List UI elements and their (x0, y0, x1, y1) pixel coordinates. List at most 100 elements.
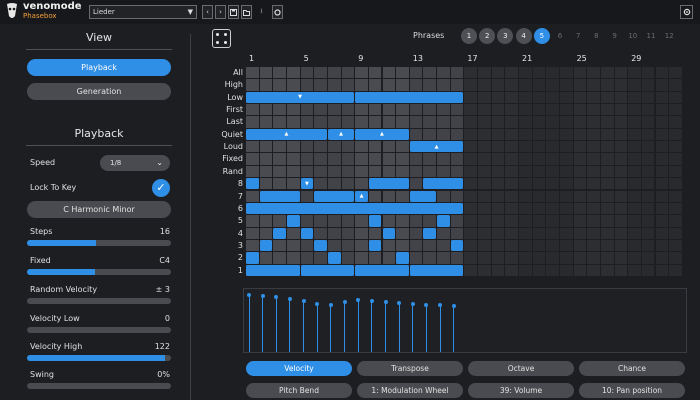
grid-cell[interactable] (464, 128, 478, 141)
grid-cell[interactable] (327, 116, 341, 128)
grid-cell[interactable] (437, 239, 450, 252)
grid-cell[interactable] (259, 153, 273, 165)
grid-cell[interactable] (300, 79, 314, 91)
note-block[interactable] (368, 239, 382, 252)
note-block[interactable]: ▲ (327, 128, 355, 141)
grid-cell[interactable] (423, 165, 437, 178)
grid-cell[interactable] (532, 79, 546, 91)
grid-cell[interactable] (437, 67, 450, 79)
grid-cell[interactable] (614, 104, 628, 116)
grid-cell[interactable] (600, 264, 614, 276)
grid-cell[interactable] (464, 104, 478, 116)
grid-cell[interactable] (246, 79, 259, 91)
grid-cell[interactable] (641, 153, 655, 165)
grid-cell[interactable] (519, 239, 532, 252)
grid-cell[interactable] (327, 215, 341, 227)
grid-cell[interactable] (314, 116, 327, 128)
grid-cell[interactable] (478, 227, 491, 239)
grid-cell[interactable] (600, 67, 614, 79)
velocity-bar[interactable] (412, 304, 414, 352)
fixed-slider[interactable] (27, 269, 171, 275)
lock-to-key-checkbox[interactable]: ✓ (152, 179, 170, 197)
tab-velocity[interactable]: Velocity (246, 361, 352, 376)
grid-cell[interactable] (259, 79, 273, 91)
grid-cell[interactable] (437, 252, 450, 264)
grid-cell[interactable] (587, 202, 600, 215)
grid-cell[interactable] (614, 128, 628, 141)
grid-cell[interactable] (300, 165, 314, 178)
grid-cell[interactable] (464, 91, 478, 104)
grid-cell[interactable] (669, 239, 682, 252)
grid-cell[interactable] (559, 116, 573, 128)
phrase-button-9[interactable]: 9 (607, 28, 623, 44)
grid-cell[interactable] (382, 252, 396, 264)
phrase-button-8[interactable]: 8 (588, 28, 604, 44)
grid-cell[interactable] (669, 227, 682, 239)
grid-cell[interactable] (491, 128, 505, 141)
grid-cell[interactable] (396, 141, 409, 153)
grid-cell[interactable] (355, 165, 368, 178)
grid-cell[interactable] (464, 79, 478, 91)
grid-cell[interactable] (519, 202, 532, 215)
grid-cell[interactable] (314, 165, 327, 178)
grid-cell[interactable] (273, 104, 286, 116)
grid-cell[interactable] (559, 104, 573, 116)
grid-cell[interactable] (573, 91, 587, 104)
grid-cell[interactable] (614, 165, 628, 178)
grid-cell[interactable] (355, 215, 368, 227)
grid-cell[interactable] (587, 178, 600, 190)
grid-cell[interactable] (341, 104, 355, 116)
grid-cell[interactable] (437, 165, 450, 178)
grid-cell[interactable] (464, 215, 478, 227)
grid-cell[interactable] (669, 165, 682, 178)
grid-cell[interactable] (409, 227, 423, 239)
grid-cell[interactable] (327, 153, 341, 165)
grid-cell[interactable] (300, 67, 314, 79)
grid-cell[interactable] (655, 141, 669, 153)
grid-cell[interactable] (464, 264, 478, 276)
tab-transpose[interactable]: Transpose (357, 361, 463, 376)
grid-cell[interactable] (259, 215, 273, 227)
grid-cell[interactable] (628, 178, 641, 190)
note-block[interactable]: ▼ (246, 91, 355, 104)
grid-cell[interactable] (464, 67, 478, 79)
grid-cell[interactable] (600, 141, 614, 153)
grid-cell[interactable] (655, 252, 669, 264)
velocity-bar[interactable] (439, 305, 441, 352)
grid-cell[interactable] (314, 153, 327, 165)
grid-cell[interactable] (641, 239, 655, 252)
velocity-bar[interactable] (398, 303, 400, 352)
grid-cell[interactable] (519, 165, 532, 178)
cc-select-button[interactable]: 1: Modulation Wheel (357, 383, 463, 398)
grid-cell[interactable] (614, 215, 628, 227)
grid-cell[interactable] (573, 264, 587, 276)
grid-cell[interactable] (614, 190, 628, 202)
grid-cell[interactable] (559, 252, 573, 264)
velocity-handle[interactable] (342, 299, 347, 304)
velocity-handle[interactable] (247, 293, 251, 298)
grid-cell[interactable] (505, 239, 518, 252)
phrase-button-7[interactable]: 7 (570, 28, 586, 44)
grid-cell[interactable] (587, 104, 600, 116)
grid-cell[interactable] (559, 141, 573, 153)
grid-cell[interactable] (573, 128, 587, 141)
grid-cell[interactable] (246, 227, 259, 239)
velocity-bar[interactable] (316, 303, 318, 352)
grid-cell[interactable] (600, 252, 614, 264)
note-block[interactable] (300, 227, 314, 239)
grid-cell[interactable] (641, 252, 655, 264)
grid-cell[interactable] (628, 202, 641, 215)
cc-select-button[interactable]: 10: Pan position (579, 383, 685, 398)
grid-cell[interactable] (259, 227, 273, 239)
velocity-handle[interactable] (410, 302, 415, 307)
grid-cell[interactable] (464, 153, 478, 165)
grid-cell[interactable] (519, 91, 532, 104)
grid-cell[interactable] (478, 128, 491, 141)
grid-cell[interactable] (519, 104, 532, 116)
grid-cell[interactable] (478, 202, 491, 215)
grid-cell[interactable] (614, 252, 628, 264)
grid-cell[interactable] (669, 91, 682, 104)
grid-cell[interactable] (246, 116, 259, 128)
grid-cell[interactable] (273, 79, 286, 91)
grid-cell[interactable] (546, 128, 559, 141)
